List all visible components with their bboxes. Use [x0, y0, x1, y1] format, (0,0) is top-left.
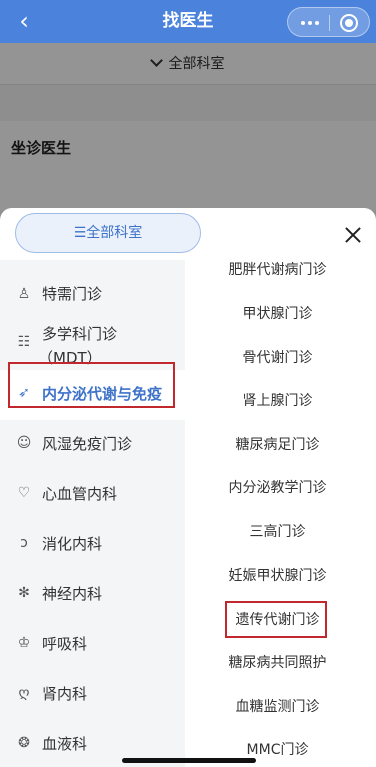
category-item[interactable]: ↄ 消化内科: [0, 520, 185, 570]
subdepartment-item[interactable]: MMC门诊: [185, 740, 370, 760]
neuron-icon: ✻: [18, 585, 30, 601]
category-item[interactable]: ♡ 心血管内科: [0, 470, 185, 520]
highlight-box-subdepartment: [225, 601, 327, 638]
close-program-icon[interactable]: [340, 14, 358, 32]
subdepartment-item[interactable]: 甲状腺门诊: [185, 304, 370, 324]
category-item[interactable]: ✻ 神经内科: [0, 570, 185, 620]
blood-icon: ❂: [18, 735, 30, 751]
all-departments-button[interactable]: ☰全部科室: [15, 213, 201, 253]
team-icon: ☷: [17, 334, 31, 350]
category-list: ♙ 特需门诊 ☷ 多学科门诊 （MDT） ➶ 内分泌代谢与免疫 ☺ 风湿免疫门诊…: [0, 260, 185, 767]
lungs-icon: ♔: [17, 635, 31, 651]
subdepartment-item[interactable]: 肥胖代谢病门诊: [185, 260, 370, 280]
heart-icon: ♡: [17, 485, 31, 501]
subdepartment-list: 肥胖代谢病门诊 甲状腺门诊 骨代谢门诊 肾上腺门诊 糖尿病足门诊 内分泌教学门诊…: [185, 260, 376, 767]
subdepartment-item[interactable]: 骨代谢门诊: [185, 348, 370, 368]
category-item[interactable]: ღ 肾内科: [0, 670, 185, 720]
subdepartment-item[interactable]: 糖尿病足门诊: [185, 435, 370, 455]
more-icon[interactable]: [297, 8, 325, 36]
mini-program-capsule: [287, 7, 370, 37]
category-item[interactable]: ♔ 呼吸科: [0, 620, 185, 670]
stomach-icon: ↄ: [20, 535, 28, 551]
subdepartment-item[interactable]: 妊娠甲状腺门诊: [185, 566, 370, 586]
subdepartment-item[interactable]: 内分泌教学门诊: [185, 478, 370, 498]
category-item[interactable]: ☺ 风湿免疫门诊: [0, 420, 185, 470]
person-icon: ♙: [17, 286, 31, 302]
highlight-box-category: [8, 362, 175, 408]
close-icon[interactable]: [342, 224, 364, 246]
subdepartment-item[interactable]: 三高门诊: [185, 522, 370, 542]
kidney-icon: ღ: [18, 685, 30, 701]
capsule-divider: [329, 15, 330, 31]
home-indicator: [122, 758, 256, 763]
nav-bar: ‹ 找医生: [0, 0, 376, 43]
face-icon: ☺: [16, 435, 32, 451]
category-item[interactable]: ♙ 特需门诊: [0, 270, 185, 318]
all-departments-label: ☰全部科室: [73, 225, 143, 241]
subdepartment-item[interactable]: 肾上腺门诊: [185, 391, 370, 411]
subdepartment-item[interactable]: 血糖监测门诊: [185, 697, 370, 717]
department-picker-sheet: ☰全部科室 ♙ 特需门诊 ☷ 多学科门诊 （MDT） ➶ 内分泌代谢与免疫 ☺ …: [0, 208, 376, 767]
subdepartment-item[interactable]: 糖尿病共同照护: [185, 653, 370, 673]
